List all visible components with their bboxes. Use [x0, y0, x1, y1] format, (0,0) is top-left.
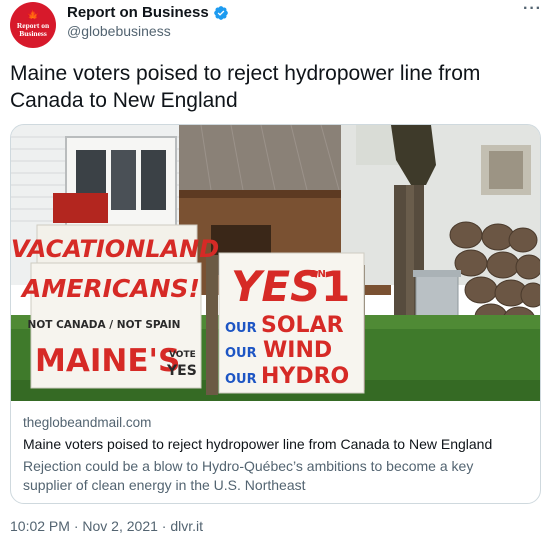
card-title: Maine voters poised to reject hydropower…	[23, 436, 493, 452]
sign-our-3: OUR	[225, 372, 257, 387]
tweet-date[interactable]: Nov 2, 2021	[82, 518, 158, 534]
verified-badge-icon	[213, 5, 228, 20]
sign-solar: SOLAR	[261, 313, 344, 338]
more-options-icon[interactable]: ···	[523, 0, 542, 18]
card-image[interactable]: VACATIONLAND AMERICANS! NOT CANADA / NOT…	[11, 125, 540, 401]
meta-separator: ·	[69, 518, 83, 534]
sign-hydro: HYDRO	[261, 364, 349, 389]
avatar[interactable]: 🍁 Report on Business	[10, 2, 56, 48]
meta-separator: ·	[157, 518, 171, 534]
sign-vote: VOTE	[169, 350, 196, 360]
tweet-time[interactable]: 10:02 PM	[10, 518, 70, 534]
tweet-source[interactable]: dlvr.it	[170, 518, 203, 534]
sign-our-2: OUR	[225, 346, 257, 361]
card-domain: theglobeandmail.com	[23, 415, 152, 430]
card-description: Rejection could be a blow to Hydro-Québe…	[23, 458, 474, 493]
author-name-row: Report on Business	[67, 4, 229, 21]
sign-maines: MAINE'S	[35, 343, 180, 379]
tweet-timestamp: 10:02 PM · Nov 2, 2021 · dlvr.it	[10, 518, 203, 534]
sign-not-canada: NOT CANADA / NOT SPAIN	[28, 319, 181, 331]
sign-yes-small: YES	[166, 363, 197, 379]
author-handle[interactable]: @globebusiness	[67, 23, 171, 39]
sign-one: 1	[321, 262, 350, 311]
tweet-text: Maine voters poised to reject hydropower…	[10, 62, 481, 112]
avatar-text-line-2: Business	[19, 28, 47, 38]
maple-leaf-icon: 🍁	[26, 9, 40, 22]
sign-our-1: OUR	[225, 321, 257, 336]
link-card[interactable]: VACATIONLAND AMERICANS! NOT CANADA / NOT…	[10, 124, 541, 504]
sign-americans: AMERICANS!	[20, 274, 200, 303]
sign-yes-big: YES	[231, 262, 320, 311]
sign-vacationland: VACATIONLAND	[11, 235, 219, 263]
display-name[interactable]: Report on Business	[67, 4, 209, 21]
sign-wind: WIND	[263, 338, 332, 363]
